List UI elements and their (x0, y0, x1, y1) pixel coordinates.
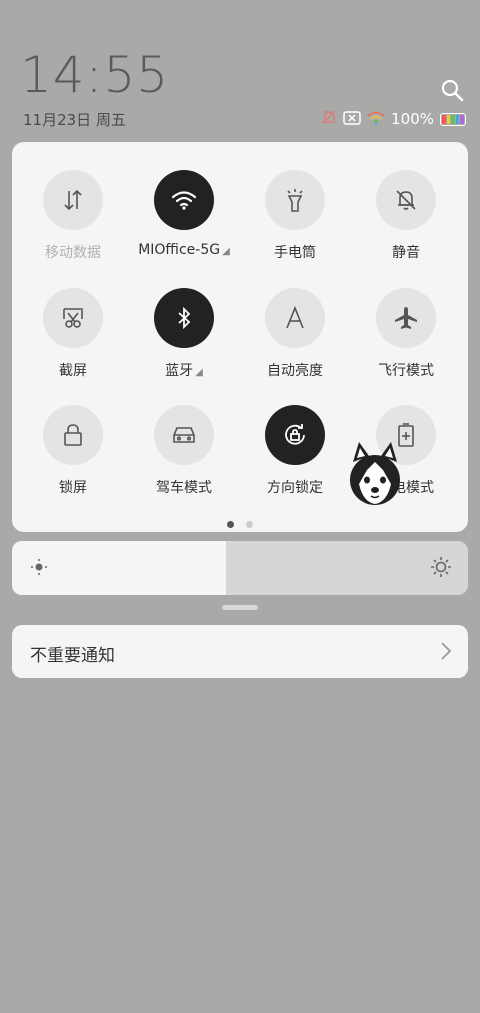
toggle-label-text: 截屏 (59, 363, 87, 379)
wifi-signal-icon (367, 110, 385, 129)
scissors-icon[interactable] (43, 288, 103, 348)
rotation-lock-icon[interactable] (265, 405, 325, 465)
expand-triangle-icon[interactable]: ◢ (195, 367, 203, 378)
page-indicator (12, 521, 468, 528)
toggle-auto-brightness[interactable]: 自动亮度 (239, 288, 351, 380)
toggle-label: 手电筒 (239, 242, 351, 262)
brightness-slider[interactable] (12, 541, 468, 595)
toggle-label: 飞行模式 (350, 360, 462, 380)
brightness-low-icon (30, 558, 48, 580)
car-icon[interactable] (154, 405, 214, 465)
toggle-label-text: 方向锁定 (267, 480, 323, 496)
toggle-label: 驾车模式 (128, 477, 240, 497)
husky-mascot-icon[interactable] (345, 440, 405, 508)
toggle-label: 方向锁定 (239, 477, 351, 497)
battery-icon (440, 112, 466, 126)
toggle-label: 自动亮度 (239, 360, 351, 380)
toggle-label: 锁屏 (17, 477, 129, 497)
toggle-screenshot[interactable]: 截屏 (17, 288, 129, 380)
flashlight-icon[interactable] (265, 170, 325, 230)
toggle-label: 移动数据 (17, 242, 129, 262)
unimportant-notifications-row[interactable]: 不重要通知 (12, 625, 468, 678)
search-icon[interactable] (440, 78, 464, 102)
toggle-silent[interactable]: 静音 (350, 170, 462, 262)
toggle-label-text: 手电筒 (274, 245, 316, 261)
date: 11月23日 周五 (23, 111, 126, 129)
toggle-driving-mode[interactable]: 驾车模式 (128, 405, 240, 497)
toggle-label-text: 静音 (392, 245, 420, 261)
toggle-label-text: 飞行模式 (378, 363, 434, 379)
toggle-lock-screen[interactable]: 锁屏 (17, 405, 129, 497)
battery-percent: 100% (391, 110, 434, 128)
drag-handle[interactable] (222, 605, 258, 610)
no-sim-icon (321, 109, 337, 129)
toggle-mobile-data[interactable]: 移动数据 (17, 170, 129, 262)
toggle-label: MIOffice-5G ◢ (128, 242, 240, 258)
letter-a-icon[interactable] (265, 288, 325, 348)
status-icons: 100% (321, 109, 466, 129)
bell-off-icon[interactable] (376, 170, 436, 230)
toggle-label-text: 蓝牙 (165, 363, 194, 379)
expand-triangle-icon[interactable]: ◢ (222, 246, 230, 257)
toggle-airplane[interactable]: 飞行模式 (350, 288, 462, 380)
toggle-label-text: 驾车模式 (156, 480, 212, 496)
toggle-flashlight[interactable]: 手电筒 (239, 170, 351, 262)
toggle-label-text: MIOffice-5G (138, 242, 221, 258)
toggle-label: 截屏 (17, 360, 129, 380)
toggle-bluetooth[interactable]: 蓝牙 ◢ (128, 288, 240, 380)
lock-icon[interactable] (43, 405, 103, 465)
toggle-label-text: 移动数据 (45, 245, 101, 261)
toggle-rotation-lock[interactable]: 方向锁定 (239, 405, 351, 497)
wifi-icon[interactable] (154, 170, 214, 230)
brightness-high-icon (430, 556, 452, 582)
bluetooth-icon[interactable] (154, 288, 214, 348)
toggle-label-text: 自动亮度 (267, 363, 323, 379)
toggle-label: 蓝牙 ◢ (128, 360, 240, 380)
toggle-wifi[interactable]: MIOffice-5G ◢ (128, 170, 240, 258)
toggle-label-text: 锁屏 (59, 480, 87, 496)
no-sim-card-icon (343, 110, 361, 129)
status-area: 14:55 11月23日 周五 100% (0, 0, 480, 140)
chevron-right-icon (440, 641, 452, 665)
toggle-label: 静音 (350, 242, 462, 262)
airplane-icon[interactable] (376, 288, 436, 348)
arrows-up-down-icon[interactable] (43, 170, 103, 230)
notification-label: 不重要通知 (30, 646, 115, 666)
page-dot[interactable] (246, 521, 253, 528)
page-dot[interactable] (227, 521, 234, 528)
clock: 14:55 (20, 46, 170, 104)
